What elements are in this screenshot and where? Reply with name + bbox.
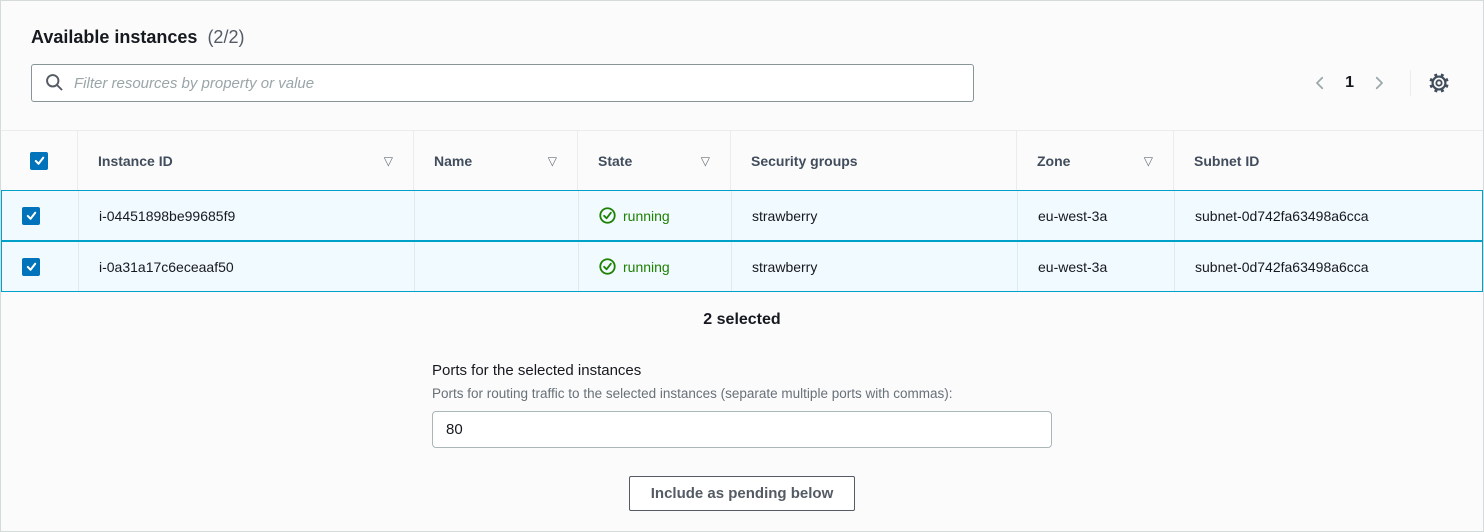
toolbar-divider <box>1410 70 1411 96</box>
column-label: Subnet ID <box>1194 153 1259 169</box>
column-label: Zone <box>1037 153 1070 169</box>
table-row-instance-1[interactable]: i-04451898be99685f9 running strawberry e… <box>1 190 1483 241</box>
row-checkbox[interactable] <box>22 258 40 276</box>
table-header-row: Instance ID ▽ Name ▽ State ▽ Security gr… <box>1 130 1483 190</box>
ports-help-text: Ports for routing traffic to the selecte… <box>432 384 1052 403</box>
column-header-security-groups: Security groups <box>731 131 1017 190</box>
ports-input[interactable] <box>432 411 1052 448</box>
available-instances-panel: Available instances (2/2) 1 <box>0 0 1484 532</box>
table-row-instance-2[interactable]: i-0a31a17c6eceaaf50 running strawberry e… <box>1 241 1483 292</box>
instance-id-cell: i-04451898be99685f9 <box>79 191 415 240</box>
previous-page-button[interactable] <box>1307 70 1333 96</box>
subnet-id-cell: subnet-0d742fa63498a6cca <box>1175 191 1482 240</box>
column-header-state: State ▽ <box>578 131 731 190</box>
chevron-left-icon <box>1311 74 1329 92</box>
filter-dropdown-icon[interactable]: ▽ <box>701 155 710 167</box>
selection-summary: 2 selected <box>1 311 1483 329</box>
row-select-cell <box>2 191 79 240</box>
column-header-name: Name ▽ <box>414 131 578 190</box>
column-header-zone: Zone ▽ <box>1017 131 1174 190</box>
gear-icon <box>1428 72 1450 94</box>
ports-label: Ports for the selected instances <box>432 360 1052 381</box>
filter-dropdown-icon[interactable]: ▽ <box>1144 155 1153 167</box>
name-cell <box>415 191 579 240</box>
security-groups-cell: strawberry <box>732 242 1018 291</box>
table-toolbar: 1 <box>31 64 1453 102</box>
next-page-button[interactable] <box>1366 70 1392 96</box>
check-icon <box>25 209 38 222</box>
column-label: State <box>598 153 632 169</box>
table-settings-button[interactable] <box>1425 69 1453 97</box>
panel-title: Available instances (2/2) <box>31 24 1453 51</box>
row-select-cell <box>2 242 79 291</box>
filter-dropdown-icon[interactable]: ▽ <box>384 155 393 167</box>
select-all-checkbox[interactable] <box>30 152 48 170</box>
column-label: Name <box>434 153 472 169</box>
running-status-icon <box>599 207 616 224</box>
check-icon <box>33 154 46 167</box>
column-label: Instance ID <box>98 153 173 169</box>
column-header-subnet-id: Subnet ID <box>1174 131 1483 190</box>
pagination: 1 <box>1307 69 1453 97</box>
state-cell: running <box>579 242 732 291</box>
panel-title-count: (2/2) <box>207 27 244 47</box>
running-status-icon <box>599 258 616 275</box>
select-all-cell <box>1 131 78 190</box>
filter-input[interactable] <box>31 64 974 102</box>
subnet-id-cell: subnet-0d742fa63498a6cca <box>1175 242 1482 291</box>
column-label: Security groups <box>751 153 858 169</box>
state-label: running <box>623 208 670 224</box>
ports-section: Ports for the selected instances Ports f… <box>432 360 1052 448</box>
current-page-number: 1 <box>1345 74 1354 92</box>
panel-title-text: Available instances <box>31 27 197 47</box>
row-checkbox[interactable] <box>22 207 40 225</box>
include-button-container: Include as pending below <box>1 476 1483 511</box>
chevron-right-icon <box>1370 74 1388 92</box>
include-as-pending-button[interactable]: Include as pending below <box>629 476 856 511</box>
panel-top-area: Available instances (2/2) 1 <box>1 1 1483 102</box>
security-groups-cell: strawberry <box>732 191 1018 240</box>
zone-cell: eu-west-3a <box>1018 191 1175 240</box>
search-icon <box>44 72 65 93</box>
filter-dropdown-icon[interactable]: ▽ <box>548 155 557 167</box>
column-header-instance-id: Instance ID ▽ <box>78 131 414 190</box>
filter-box <box>31 64 974 102</box>
instance-id-cell: i-0a31a17c6eceaaf50 <box>79 242 415 291</box>
name-cell <box>415 242 579 291</box>
zone-cell: eu-west-3a <box>1018 242 1175 291</box>
state-cell: running <box>579 191 732 240</box>
state-label: running <box>623 259 670 275</box>
check-icon <box>25 260 38 273</box>
